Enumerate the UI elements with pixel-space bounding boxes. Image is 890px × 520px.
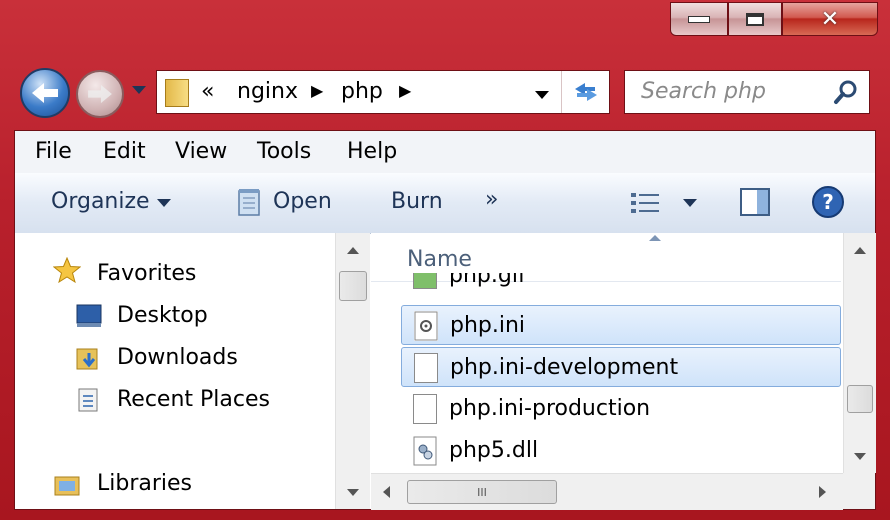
breadcrumb-nginx[interactable]: nginx bbox=[237, 79, 298, 104]
file-name[interactable]: php.gif bbox=[449, 273, 526, 288]
scrollbar-corner bbox=[843, 473, 875, 509]
nav-favorites[interactable]: Favorites bbox=[97, 261, 196, 286]
forward-button[interactable] bbox=[76, 70, 124, 118]
help-icon[interactable]: ? bbox=[811, 185, 845, 219]
folder-icon bbox=[165, 79, 189, 107]
view-options-icon[interactable] bbox=[629, 191, 663, 215]
address-history-dropdown[interactable] bbox=[535, 91, 549, 99]
menu-view[interactable]: View bbox=[175, 139, 227, 164]
image-file-icon bbox=[413, 273, 437, 289]
recent-pages-dropdown[interactable] bbox=[132, 86, 146, 94]
more-commands-button[interactable]: » bbox=[485, 187, 498, 212]
minimize-button[interactable] bbox=[670, 2, 728, 36]
close-icon: ✕ bbox=[820, 6, 840, 32]
scroll-right-icon[interactable] bbox=[819, 486, 826, 498]
scroll-thumb[interactable] bbox=[339, 271, 367, 301]
file-name[interactable]: php.ini-production bbox=[449, 396, 650, 421]
nav-pane-scrollbar[interactable] bbox=[335, 233, 370, 509]
scroll-thumb[interactable] bbox=[847, 385, 873, 413]
blank-file-icon bbox=[414, 353, 438, 383]
file-name[interactable]: php5.dll bbox=[449, 438, 538, 463]
libraries-icon bbox=[54, 476, 80, 496]
sort-ascending-icon bbox=[649, 235, 661, 241]
svg-text:?: ? bbox=[822, 190, 834, 214]
minimize-icon bbox=[688, 15, 710, 23]
scroll-left-icon[interactable] bbox=[383, 486, 390, 498]
maximize-button[interactable] bbox=[728, 2, 782, 36]
back-button[interactable] bbox=[20, 68, 70, 118]
menu-bar: File Edit View Tools Help bbox=[15, 131, 875, 174]
scroll-grip: III bbox=[477, 485, 487, 499]
recent-places-icon bbox=[78, 388, 98, 412]
scroll-down-icon[interactable] bbox=[854, 453, 866, 460]
nav-item-recent-places[interactable]: Recent Places bbox=[117, 387, 270, 412]
forward-arrow-icon bbox=[88, 84, 112, 104]
navigation-pane: Favorites Desktop Downloads Recent Place… bbox=[15, 233, 370, 509]
notepad-icon bbox=[238, 189, 260, 216]
table-row[interactable]: php.ini bbox=[401, 305, 841, 345]
scroll-up-icon[interactable] bbox=[347, 247, 359, 254]
explorer-window: ✕ « nginx ▶ php ▶ Search php File Edit V… bbox=[0, 0, 890, 520]
burn-button[interactable]: Burn bbox=[391, 189, 443, 214]
command-bar: Organize Open Burn » ? bbox=[15, 173, 875, 234]
search-placeholder[interactable]: Search php bbox=[641, 79, 766, 104]
caption-buttons: ✕ bbox=[670, 2, 878, 38]
nav-item-desktop[interactable]: Desktop bbox=[117, 303, 208, 328]
breadcrumb-php[interactable]: php bbox=[341, 79, 383, 104]
back-arrow-icon bbox=[32, 83, 58, 103]
file-name[interactable]: php.ini bbox=[450, 313, 525, 338]
organize-dropdown-icon[interactable] bbox=[157, 199, 171, 207]
search-icon[interactable] bbox=[833, 79, 859, 105]
refresh-icon bbox=[575, 83, 597, 101]
dll-file-icon bbox=[413, 436, 437, 466]
table-row[interactable]: php5.dll bbox=[401, 431, 841, 471]
config-file-icon bbox=[414, 311, 438, 341]
breadcrumb-separator[interactable]: ▶ bbox=[311, 81, 323, 100]
column-name-label[interactable]: Name bbox=[407, 247, 472, 272]
organize-button[interactable]: Organize bbox=[51, 189, 150, 214]
desktop-icon bbox=[76, 304, 102, 327]
maximize-icon bbox=[746, 12, 764, 26]
menu-file[interactable]: File bbox=[35, 139, 72, 164]
menu-edit[interactable]: Edit bbox=[103, 139, 146, 164]
breadcrumb-separator[interactable]: ▶ bbox=[399, 81, 411, 100]
table-row[interactable]: php.ini-production bbox=[401, 389, 841, 429]
file-list-horizontal-scrollbar[interactable]: III bbox=[371, 473, 843, 510]
preview-pane-icon[interactable] bbox=[739, 187, 771, 217]
downloads-icon bbox=[76, 348, 98, 370]
address-bar[interactable]: « nginx ▶ php ▶ bbox=[156, 70, 610, 114]
open-button[interactable]: Open bbox=[273, 189, 332, 214]
table-row[interactable]: php.ini-development bbox=[401, 347, 841, 387]
file-list-pane: Name php.gif php.ini php.ini-development bbox=[371, 233, 876, 510]
scroll-down-icon[interactable] bbox=[347, 489, 359, 496]
close-button[interactable]: ✕ bbox=[782, 2, 878, 36]
scroll-up-icon[interactable] bbox=[854, 247, 866, 254]
nav-item-downloads[interactable]: Downloads bbox=[117, 345, 238, 370]
address-chevron[interactable]: « bbox=[201, 79, 214, 104]
view-dropdown-icon[interactable] bbox=[683, 199, 697, 207]
blank-file-icon bbox=[413, 394, 437, 424]
file-list-vertical-scrollbar[interactable] bbox=[843, 233, 876, 473]
list-item[interactable]: php.gif bbox=[401, 273, 841, 295]
scroll-thumb[interactable]: III bbox=[407, 480, 557, 504]
menu-help[interactable]: Help bbox=[347, 139, 397, 164]
star-icon bbox=[53, 257, 81, 283]
file-name[interactable]: php.ini-development bbox=[450, 355, 678, 380]
search-box[interactable]: Search php bbox=[624, 70, 870, 114]
explorer-content: File Edit View Tools Help Organize Open … bbox=[14, 130, 876, 510]
menu-tools[interactable]: Tools bbox=[257, 139, 311, 164]
nav-libraries[interactable]: Libraries bbox=[97, 471, 192, 496]
refresh-button[interactable] bbox=[561, 71, 610, 113]
